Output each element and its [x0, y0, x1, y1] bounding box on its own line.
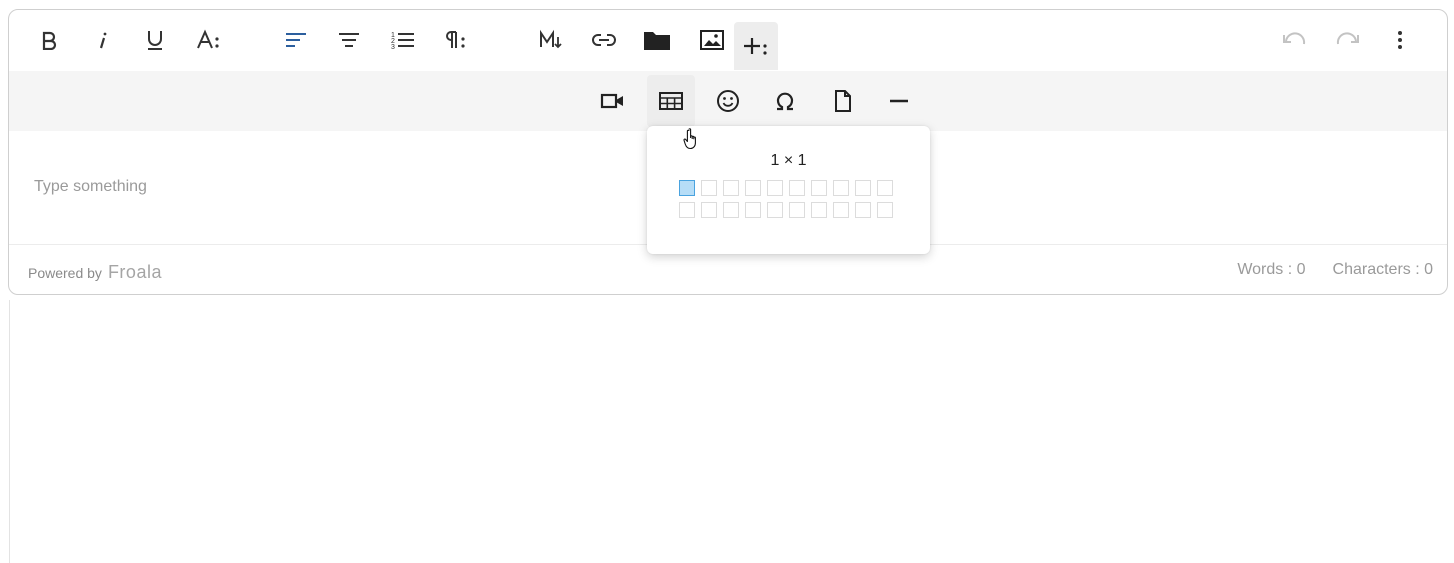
special-characters-button[interactable]: [763, 79, 807, 123]
italic-icon: [99, 32, 107, 49]
table-grid-cell[interactable]: [877, 202, 893, 218]
table-grid-cell[interactable]: [745, 202, 761, 218]
table-grid-cell[interactable]: [679, 180, 695, 196]
froala-logo: Froala: [107, 262, 162, 282]
insert-link-button[interactable]: [582, 18, 626, 62]
plus-icon: [744, 38, 767, 55]
align-center-button[interactable]: [327, 18, 371, 62]
table-grid-cell[interactable]: [767, 202, 783, 218]
more-vertical-icon: [1398, 31, 1402, 49]
insert-file-button[interactable]: [635, 18, 679, 62]
table-grid-cell[interactable]: [855, 202, 871, 218]
main-toolbar: 123: [9, 10, 1447, 71]
insert-video-button[interactable]: [591, 79, 635, 123]
bold-icon: [42, 31, 57, 50]
more-rich-button[interactable]: [734, 22, 778, 70]
bold-button[interactable]: [27, 18, 71, 62]
emoticons-button[interactable]: [706, 79, 750, 123]
table-grid-cell[interactable]: [701, 180, 717, 196]
undo-icon: [1283, 32, 1306, 45]
italic-button[interactable]: [81, 18, 125, 62]
table-grid-cell[interactable]: [811, 202, 827, 218]
redo-icon: [1336, 32, 1359, 45]
underline-icon: [148, 31, 162, 50]
table-grid-cell[interactable]: [789, 202, 805, 218]
align-center-icon: [339, 33, 359, 47]
align-left-icon: [286, 33, 306, 47]
paragraph-icon: [446, 31, 465, 48]
more-paragraph-button[interactable]: [434, 18, 478, 62]
link-icon: [592, 34, 616, 46]
video-icon: [600, 93, 623, 109]
horizontal-line-button[interactable]: [877, 79, 921, 123]
table-grid-cell[interactable]: [679, 202, 695, 218]
character-count: Characters : 0: [1332, 261, 1433, 278]
table-size-grid: [679, 180, 893, 218]
powered-by-label: Powered by: [28, 265, 102, 281]
table-grid-cell[interactable]: [833, 180, 849, 196]
powered-by[interactable]: Powered by Froala: [28, 262, 162, 283]
ordered-list-button[interactable]: 123: [381, 18, 425, 62]
word-count: Words : 0: [1237, 261, 1306, 278]
table-grid-cell[interactable]: [811, 180, 827, 196]
editor-counters: Words : 0 Characters : 0: [1237, 261, 1433, 279]
ordered-list-icon: 123: [391, 32, 414, 51]
table-grid-cell[interactable]: [877, 180, 893, 196]
hand-pointer-icon: [683, 128, 696, 150]
insert-image-button[interactable]: [690, 18, 734, 62]
table-icon: [659, 92, 683, 110]
svg-text:3: 3: [391, 44, 395, 51]
more-rich-toolbar: [9, 71, 1447, 131]
table-grid-cell[interactable]: [767, 180, 783, 196]
markdown-icon: [540, 29, 562, 49]
table-grid-cell[interactable]: [745, 180, 761, 196]
horizontal-line-icon: [890, 99, 908, 103]
omega-icon: [776, 92, 794, 111]
more-text-button[interactable]: [187, 18, 231, 62]
underline-button[interactable]: [133, 18, 177, 62]
table-grid-cell[interactable]: [855, 180, 871, 196]
table-grid-cell[interactable]: [701, 202, 717, 218]
table-grid-cell[interactable]: [833, 202, 849, 218]
text-size-icon: [197, 29, 219, 49]
image-icon: [700, 30, 724, 50]
content-placeholder: Type something: [34, 178, 147, 195]
align-left-button[interactable]: [274, 18, 318, 62]
file-icon: [835, 90, 851, 112]
table-size-label: 1 × 1: [770, 152, 807, 169]
table-grid-cell[interactable]: [789, 180, 805, 196]
markdown-button[interactable]: [529, 18, 573, 62]
table-grid-cell[interactable]: [723, 202, 739, 218]
redo-button[interactable]: [1325, 18, 1369, 62]
page-divider: [9, 300, 10, 563]
table-grid-cell[interactable]: [723, 180, 739, 196]
insert-table-button[interactable]: [647, 75, 695, 127]
insert-document-button[interactable]: [821, 79, 865, 123]
undo-button[interactable]: [1273, 18, 1317, 62]
smiley-icon: [717, 90, 739, 112]
more-options-button[interactable]: [1378, 18, 1422, 62]
folder-icon: [644, 32, 670, 50]
